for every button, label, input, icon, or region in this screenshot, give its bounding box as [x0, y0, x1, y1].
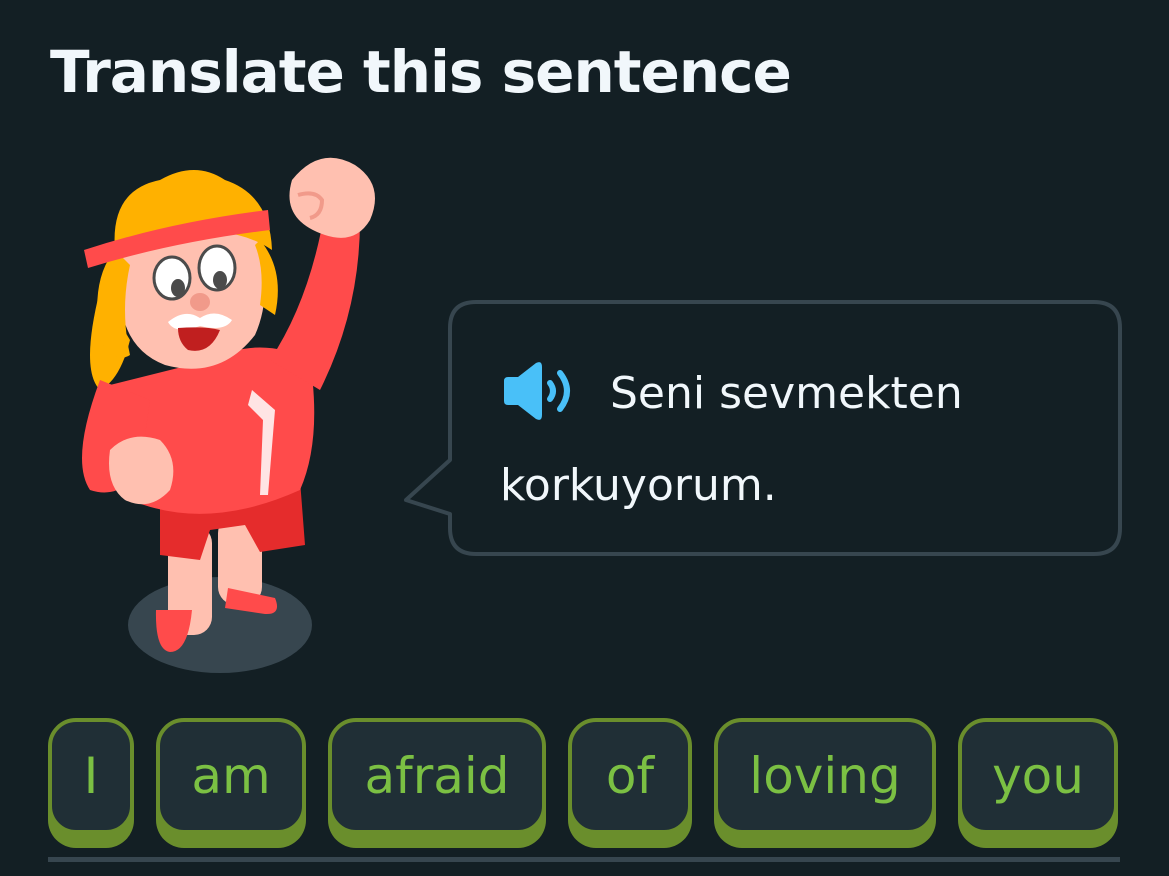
- word-tile[interactable]: afraid: [328, 718, 546, 834]
- speaker-icon[interactable]: [500, 361, 578, 421]
- word-bank: I am afraid of loving you: [48, 718, 1120, 846]
- sentence-text: Seni sevmekten korkuyorum.: [500, 348, 1090, 532]
- word-tile[interactable]: of: [568, 718, 692, 834]
- character-illustration: [82, 157, 375, 673]
- answer-divider: [48, 857, 1120, 862]
- word-tile[interactable]: I: [48, 718, 134, 834]
- page-title: Translate this sentence: [50, 38, 792, 106]
- word-tile[interactable]: am: [156, 718, 306, 834]
- word-tile[interactable]: you: [958, 718, 1118, 834]
- word-tile[interactable]: loving: [714, 718, 936, 834]
- speech-bubble: Seni sevmekten korkuyorum.: [404, 300, 1122, 556]
